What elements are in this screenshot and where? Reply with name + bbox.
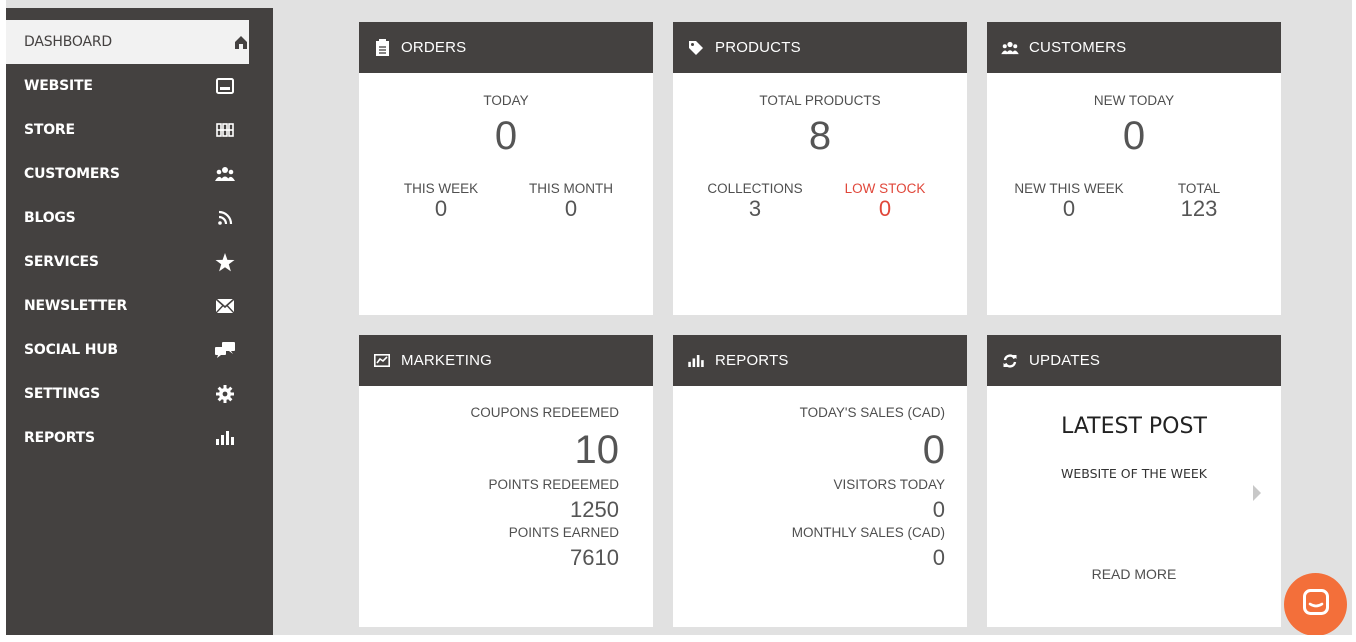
orders-week-value: 0	[434, 196, 448, 221]
reports-visitors-value: 0	[932, 497, 945, 522]
products-low-stock-label: LOW STOCK	[844, 181, 926, 196]
sidebar: DASHBOARD WEBSITE STORE CUSTOMERS BLOGS …	[6, 8, 273, 635]
sidebar-item-blogs[interactable]: BLOGS	[6, 196, 273, 240]
gear-icon	[213, 382, 237, 406]
chat-bubbles-icon	[213, 338, 237, 362]
next-arrow-icon[interactable]	[1253, 485, 1261, 501]
marketing-points-earned-value: 7610	[570, 545, 619, 570]
users-icon	[213, 162, 237, 186]
chat-launcher-button[interactable]	[1284, 573, 1347, 636]
sidebar-item-website[interactable]: WEBSITE	[6, 64, 273, 108]
sidebar-item-store[interactable]: STORE	[6, 108, 273, 152]
products-card-header: PRODUCTS	[673, 22, 967, 73]
sidebar-item-services[interactable]: SERVICES	[6, 240, 273, 284]
home-icon	[229, 30, 253, 54]
sidebar-item-label: DASHBOARD	[24, 34, 112, 50]
frame-right	[1352, 0, 1356, 642]
reports-title: REPORTS	[715, 352, 789, 369]
customers-total-value: 123	[1180, 196, 1218, 221]
marketing-points-redeemed-value: 1250	[570, 497, 619, 522]
sidebar-item-label: REPORTS	[24, 430, 95, 446]
sidebar-item-customers[interactable]: CUSTOMERS	[6, 152, 273, 196]
sidebar-item-label: SETTINGS	[24, 386, 100, 402]
marketing-card-header: MARKETING	[359, 335, 653, 386]
orders-card-header: ORDERS	[359, 22, 653, 73]
sidebar-item-reports[interactable]: REPORTS	[6, 416, 273, 460]
sidebar-item-label: STORE	[24, 122, 75, 138]
customers-new-today-label: NEW TODAY	[1093, 93, 1175, 108]
marketing-points-earned-label: POINTS EARNED	[508, 525, 619, 540]
users-icon	[1001, 39, 1019, 57]
store-grid-icon	[213, 118, 237, 142]
bar-chart-icon	[213, 426, 237, 450]
products-collections-value: 3	[748, 196, 762, 221]
envelope-icon	[213, 294, 237, 318]
orders-today-value: 0	[494, 114, 518, 158]
customers-new-today-value: 0	[1122, 114, 1146, 158]
reports-todays-sales-value: 0	[922, 428, 945, 472]
tag-icon	[687, 39, 705, 57]
products-card: PRODUCTS TOTAL PRODUCTS 8 COLLECTIONS 3 …	[673, 22, 967, 315]
products-title: PRODUCTS	[715, 39, 801, 56]
marketing-card: MARKETING COUPONS REDEEMED 10 POINTS RED…	[359, 335, 653, 627]
sidebar-item-label: CUSTOMERS	[24, 166, 120, 182]
products-total-value: 8	[808, 114, 832, 158]
updates-read-more-link[interactable]: READ MORE	[987, 566, 1281, 582]
sidebar-item-label: SERVICES	[24, 254, 99, 270]
sidebar-item-settings[interactable]: SETTINGS	[6, 372, 273, 416]
orders-today-label: TODAY	[483, 93, 529, 108]
marketing-coupons-label: COUPONS REDEEMED	[470, 405, 619, 420]
reports-monthly-sales-label: MONTHLY SALES (CAD)	[791, 525, 945, 540]
frame-bottom	[0, 635, 1356, 642]
sidebar-item-label: WEBSITE	[24, 78, 93, 94]
chat-icon	[1302, 589, 1329, 620]
rss-icon	[213, 206, 237, 230]
reports-card-header: REPORTS	[673, 335, 967, 386]
products-total-label: TOTAL PRODUCTS	[759, 93, 881, 108]
marketing-points-redeemed-label: POINTS REDEEMED	[488, 477, 619, 492]
orders-card: ORDERS TODAY 0 THIS WEEK 0 THIS MONTH 0	[359, 22, 653, 315]
updates-title: UPDATES	[1029, 352, 1101, 369]
orders-month-value: 0	[564, 196, 578, 221]
customers-card-header: CUSTOMERS	[987, 22, 1281, 73]
customers-title: CUSTOMERS	[1029, 39, 1127, 56]
bar-chart-icon	[687, 352, 705, 370]
sidebar-item-label: BLOGS	[24, 210, 76, 226]
sidebar-item-newsletter[interactable]: NEWSLETTER	[6, 284, 273, 328]
line-chart-icon	[373, 352, 391, 370]
clipboard-icon	[373, 39, 391, 57]
sidebar-item-social-hub[interactable]: SOCIAL HUB	[6, 328, 273, 372]
sidebar-item-dashboard[interactable]: DASHBOARD	[6, 20, 249, 64]
orders-week-label: THIS WEEK	[403, 181, 479, 196]
customers-new-week-value: 0	[1062, 196, 1076, 221]
star-icon	[213, 250, 237, 274]
customers-new-week-label: NEW THIS WEEK	[1014, 181, 1124, 196]
refresh-icon	[1001, 352, 1019, 370]
customers-card: CUSTOMERS NEW TODAY 0 NEW THIS WEEK 0 TO…	[987, 22, 1281, 315]
sidebar-item-label: NEWSLETTER	[24, 298, 128, 314]
reports-card: REPORTS TODAY'S SALES (CAD) 0 VISITORS T…	[673, 335, 967, 627]
reports-visitors-label: VISITORS TODAY	[833, 477, 945, 492]
browser-window-icon	[213, 74, 237, 98]
customers-total-label: TOTAL	[1177, 181, 1221, 196]
products-low-stock-value: 0	[878, 196, 892, 221]
marketing-title: MARKETING	[401, 352, 492, 369]
updates-latest-post-heading: LATEST POST	[1061, 414, 1207, 439]
orders-month-label: THIS MONTH	[529, 181, 613, 196]
updates-card-header: UPDATES	[987, 335, 1281, 386]
marketing-coupons-value: 10	[574, 428, 620, 472]
products-collections-label: COLLECTIONS	[707, 181, 803, 196]
reports-todays-sales-label: TODAY'S SALES (CAD)	[799, 405, 945, 420]
orders-title: ORDERS	[401, 39, 467, 56]
sidebar-item-label: SOCIAL HUB	[24, 342, 118, 358]
reports-monthly-sales-value: 0	[932, 545, 945, 570]
updates-post-title[interactable]: WEBSITE OF THE WEEK	[987, 466, 1281, 481]
updates-card: UPDATES LATEST POST WEBSITE OF THE WEEK …	[987, 335, 1281, 627]
